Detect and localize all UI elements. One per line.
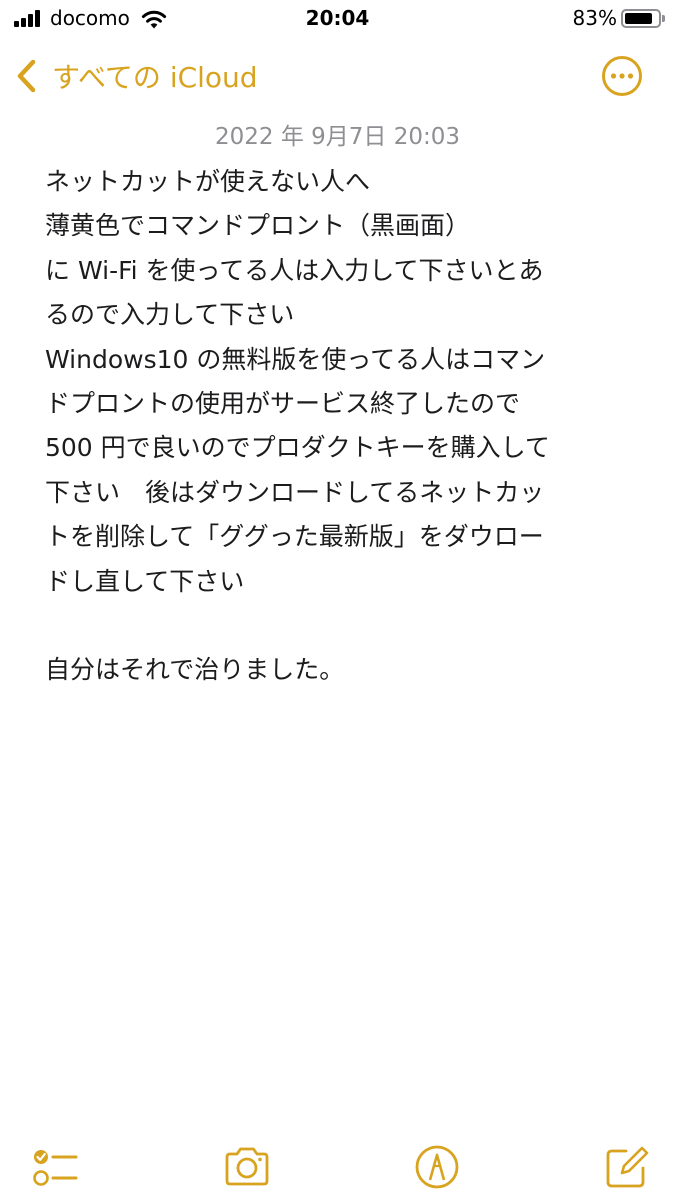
back-button[interactable]: すべての iCloud <box>12 56 258 96</box>
note-date: 2022 年 9月7日 20:03 <box>214 124 460 150</box>
bottom-toolbar <box>0 1110 675 1200</box>
note-line: ドプロントの使用がサービス終了したので <box>45 389 521 419</box>
ellipsis-circle-icon <box>602 56 642 96</box>
battery-fill <box>625 13 652 24</box>
note-line: 下さい 後はダウンロードしてるネットカッ <box>45 477 545 507</box>
camera-button[interactable] <box>222 1142 272 1192</box>
checklist-icon <box>33 1150 78 1186</box>
markup-icon <box>415 1145 459 1189</box>
compose-button[interactable] <box>602 1142 652 1192</box>
battery-percent: 83% <box>572 6 617 30</box>
navigation-bar: すべての iCloud <box>0 48 675 104</box>
compose-icon <box>606 1146 649 1188</box>
status-bar: docomo 20:04 83% <box>0 0 675 38</box>
battery-nub <box>662 15 665 22</box>
note-line: 自分はそれで治りました。 <box>45 655 345 685</box>
note-line: 500 円で良いのでプロダクトキーを購入して <box>45 433 550 463</box>
note-body[interactable]: ネットカットが使えない人へ 薄黄色でコマンドプロント（黒画面） に Wi-Fi … <box>45 160 645 693</box>
note-line: るので入力して下さい <box>45 300 295 330</box>
chevron-left-icon <box>17 59 36 93</box>
note-blank-line <box>45 604 645 648</box>
note-line: ネットカットが使えない人へ <box>45 167 371 196</box>
markup-button[interactable] <box>412 1142 462 1192</box>
note-line: トを削除して「ググった最新版」をダウロー <box>45 522 544 552</box>
back-button-label: すべての iCloud <box>52 61 258 94</box>
note-line: に Wi-Fi を使ってる人は入力して下さいとあ <box>45 255 544 285</box>
note-line: ドし直して下さい <box>45 566 245 596</box>
note-line: Windows10 の無料版を使ってる人はコマン <box>45 344 546 374</box>
note-line: 薄黄色でコマンドプロント（黒画面） <box>45 211 471 241</box>
more-options-button[interactable] <box>601 55 643 97</box>
battery-icon <box>621 9 665 28</box>
camera-icon <box>225 1147 269 1186</box>
checklist-button[interactable] <box>30 1142 80 1192</box>
